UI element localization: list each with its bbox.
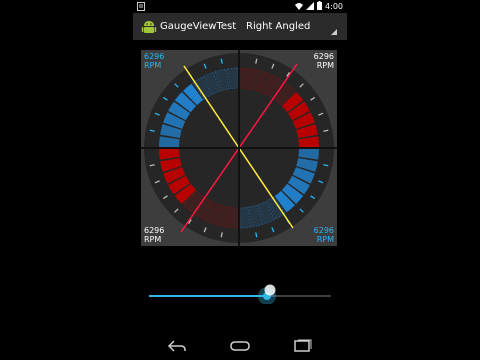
rpm-unit: RPM — [144, 235, 162, 244]
rpm-value: 6296 — [313, 52, 334, 61]
android-robot-icon[interactable] — [141, 19, 157, 39]
rpm-seekbar[interactable] — [149, 280, 331, 305]
rpm-label-bottom-right: 6296 RPM — [314, 226, 334, 244]
recents-icon[interactable] — [292, 338, 314, 354]
gauge-top-right: 6296 RPM — [144, 50, 337, 243]
action-bar: GaugeViewTest Right Angled — [133, 13, 347, 40]
wifi-icon — [295, 2, 304, 12]
gauge-grid: 6296 RPM 6296 RPM 6296 RPM 6296 RPM — [141, 50, 337, 246]
gauge-divider-horizontal — [141, 147, 337, 149]
battery-icon — [317, 1, 323, 12]
spinner-value: Right Angled — [246, 21, 311, 32]
gauge-top-left: 6296 RPM — [141, 50, 334, 243]
signal-icon — [306, 1, 315, 12]
rpm-value: 6296 — [144, 52, 165, 61]
gauge-bottom-left: 6296 RPM — [141, 53, 334, 246]
home-icon[interactable] — [229, 338, 251, 354]
gauge-style-spinner[interactable]: Right Angled — [244, 20, 339, 38]
rpm-label-top-left: 6296 RPM — [144, 52, 164, 70]
status-bar: 4:00 — [133, 0, 347, 13]
spinner-arrow-icon — [331, 29, 337, 35]
rpm-value: 6296 — [313, 226, 334, 235]
status-time: 4:00 — [325, 2, 343, 11]
content-area: 6296 RPM 6296 RPM 6296 RPM 6296 RPM — [133, 40, 347, 332]
gauge-bottom-right: 6296 RPM — [144, 53, 337, 246]
rpm-value: 6296 — [144, 226, 165, 235]
back-icon[interactable] — [166, 338, 188, 354]
navigation-bar — [133, 332, 347, 360]
rpm-unit: RPM — [316, 235, 334, 244]
app-title: GaugeViewTest — [160, 21, 237, 32]
rpm-unit: RPM — [144, 61, 162, 70]
rpm-label-top-right: 6296 RPM — [314, 52, 334, 70]
touch-indicator — [264, 284, 276, 296]
rpm-label-bottom-left: 6296 RPM — [144, 226, 164, 244]
notification-icon — [137, 2, 145, 13]
rpm-unit: RPM — [316, 61, 334, 70]
phone-screen: 4:00 GaugeViewTest Right Angled 6296 RPM… — [133, 0, 347, 360]
